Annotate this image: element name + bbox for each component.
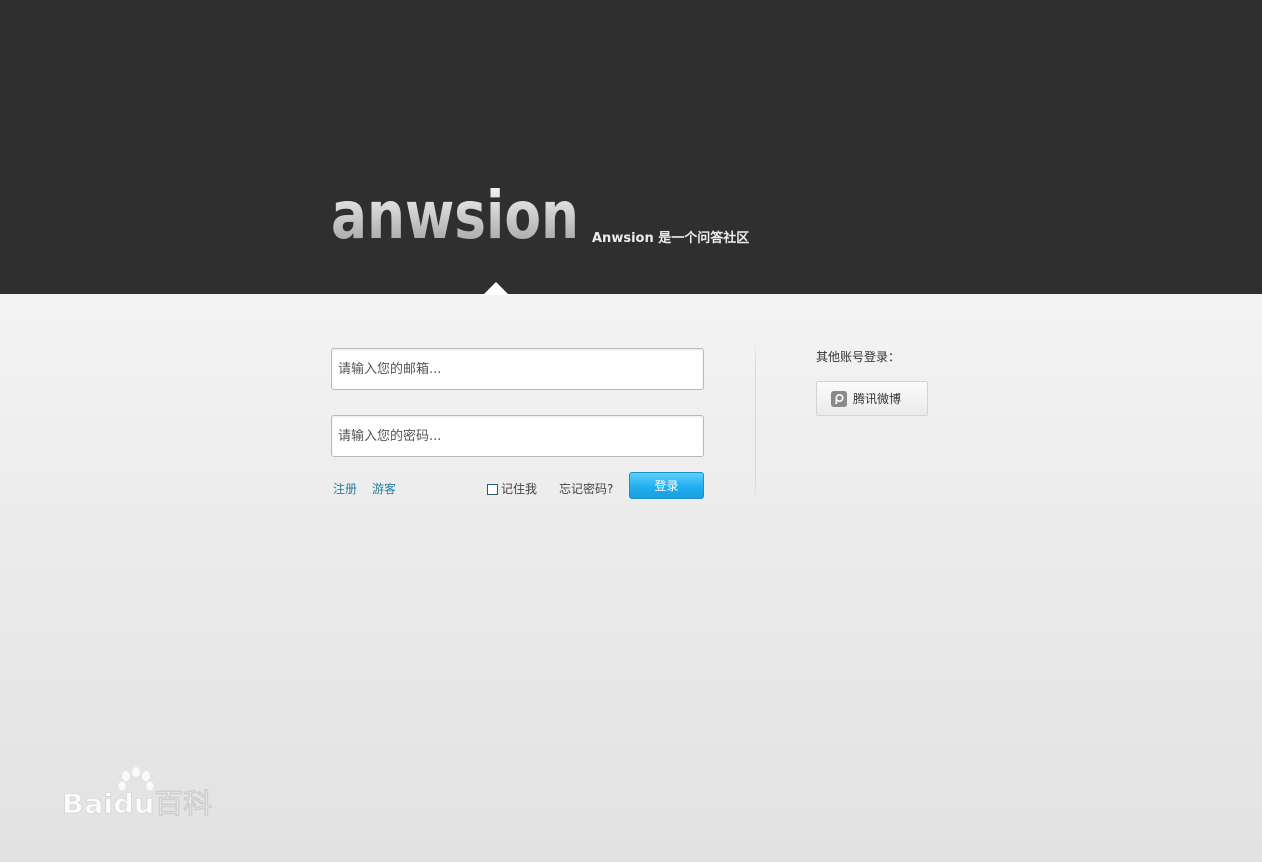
register-link[interactable]: 注册 bbox=[333, 480, 357, 497]
site-tagline: Anwsion 是一个问答社区 bbox=[592, 231, 750, 246]
guest-link[interactable]: 游客 bbox=[372, 480, 396, 497]
forgot-password-link[interactable]: 忘记密码? bbox=[559, 480, 613, 497]
anwsion-logo: anwsion bbox=[331, 178, 579, 250]
login-button[interactable]: 登录 bbox=[629, 472, 704, 499]
tencent-weibo-login-button[interactable]: 腾讯微博 bbox=[816, 381, 928, 416]
tencent-weibo-label: 腾讯微博 bbox=[853, 392, 902, 406]
other-login-title: 其他账号登录： bbox=[816, 350, 901, 364]
logo-text: anwsion bbox=[331, 178, 579, 250]
password-input[interactable] bbox=[331, 415, 704, 457]
remember-me: 记住我 bbox=[487, 480, 537, 497]
remember-me-checkbox[interactable] bbox=[487, 484, 498, 495]
header: anwsion Anwsion 是一个问答社区 bbox=[0, 0, 1262, 295]
baidu-baike-watermark: Baidu百科 bbox=[62, 767, 212, 820]
watermark-text: Baidu百科 bbox=[62, 789, 212, 820]
email-input[interactable] bbox=[331, 348, 704, 390]
tencent-weibo-icon bbox=[831, 390, 847, 407]
remember-me-label[interactable]: 记住我 bbox=[501, 480, 537, 497]
header-pointer bbox=[483, 282, 509, 295]
vertical-divider bbox=[755, 340, 756, 502]
